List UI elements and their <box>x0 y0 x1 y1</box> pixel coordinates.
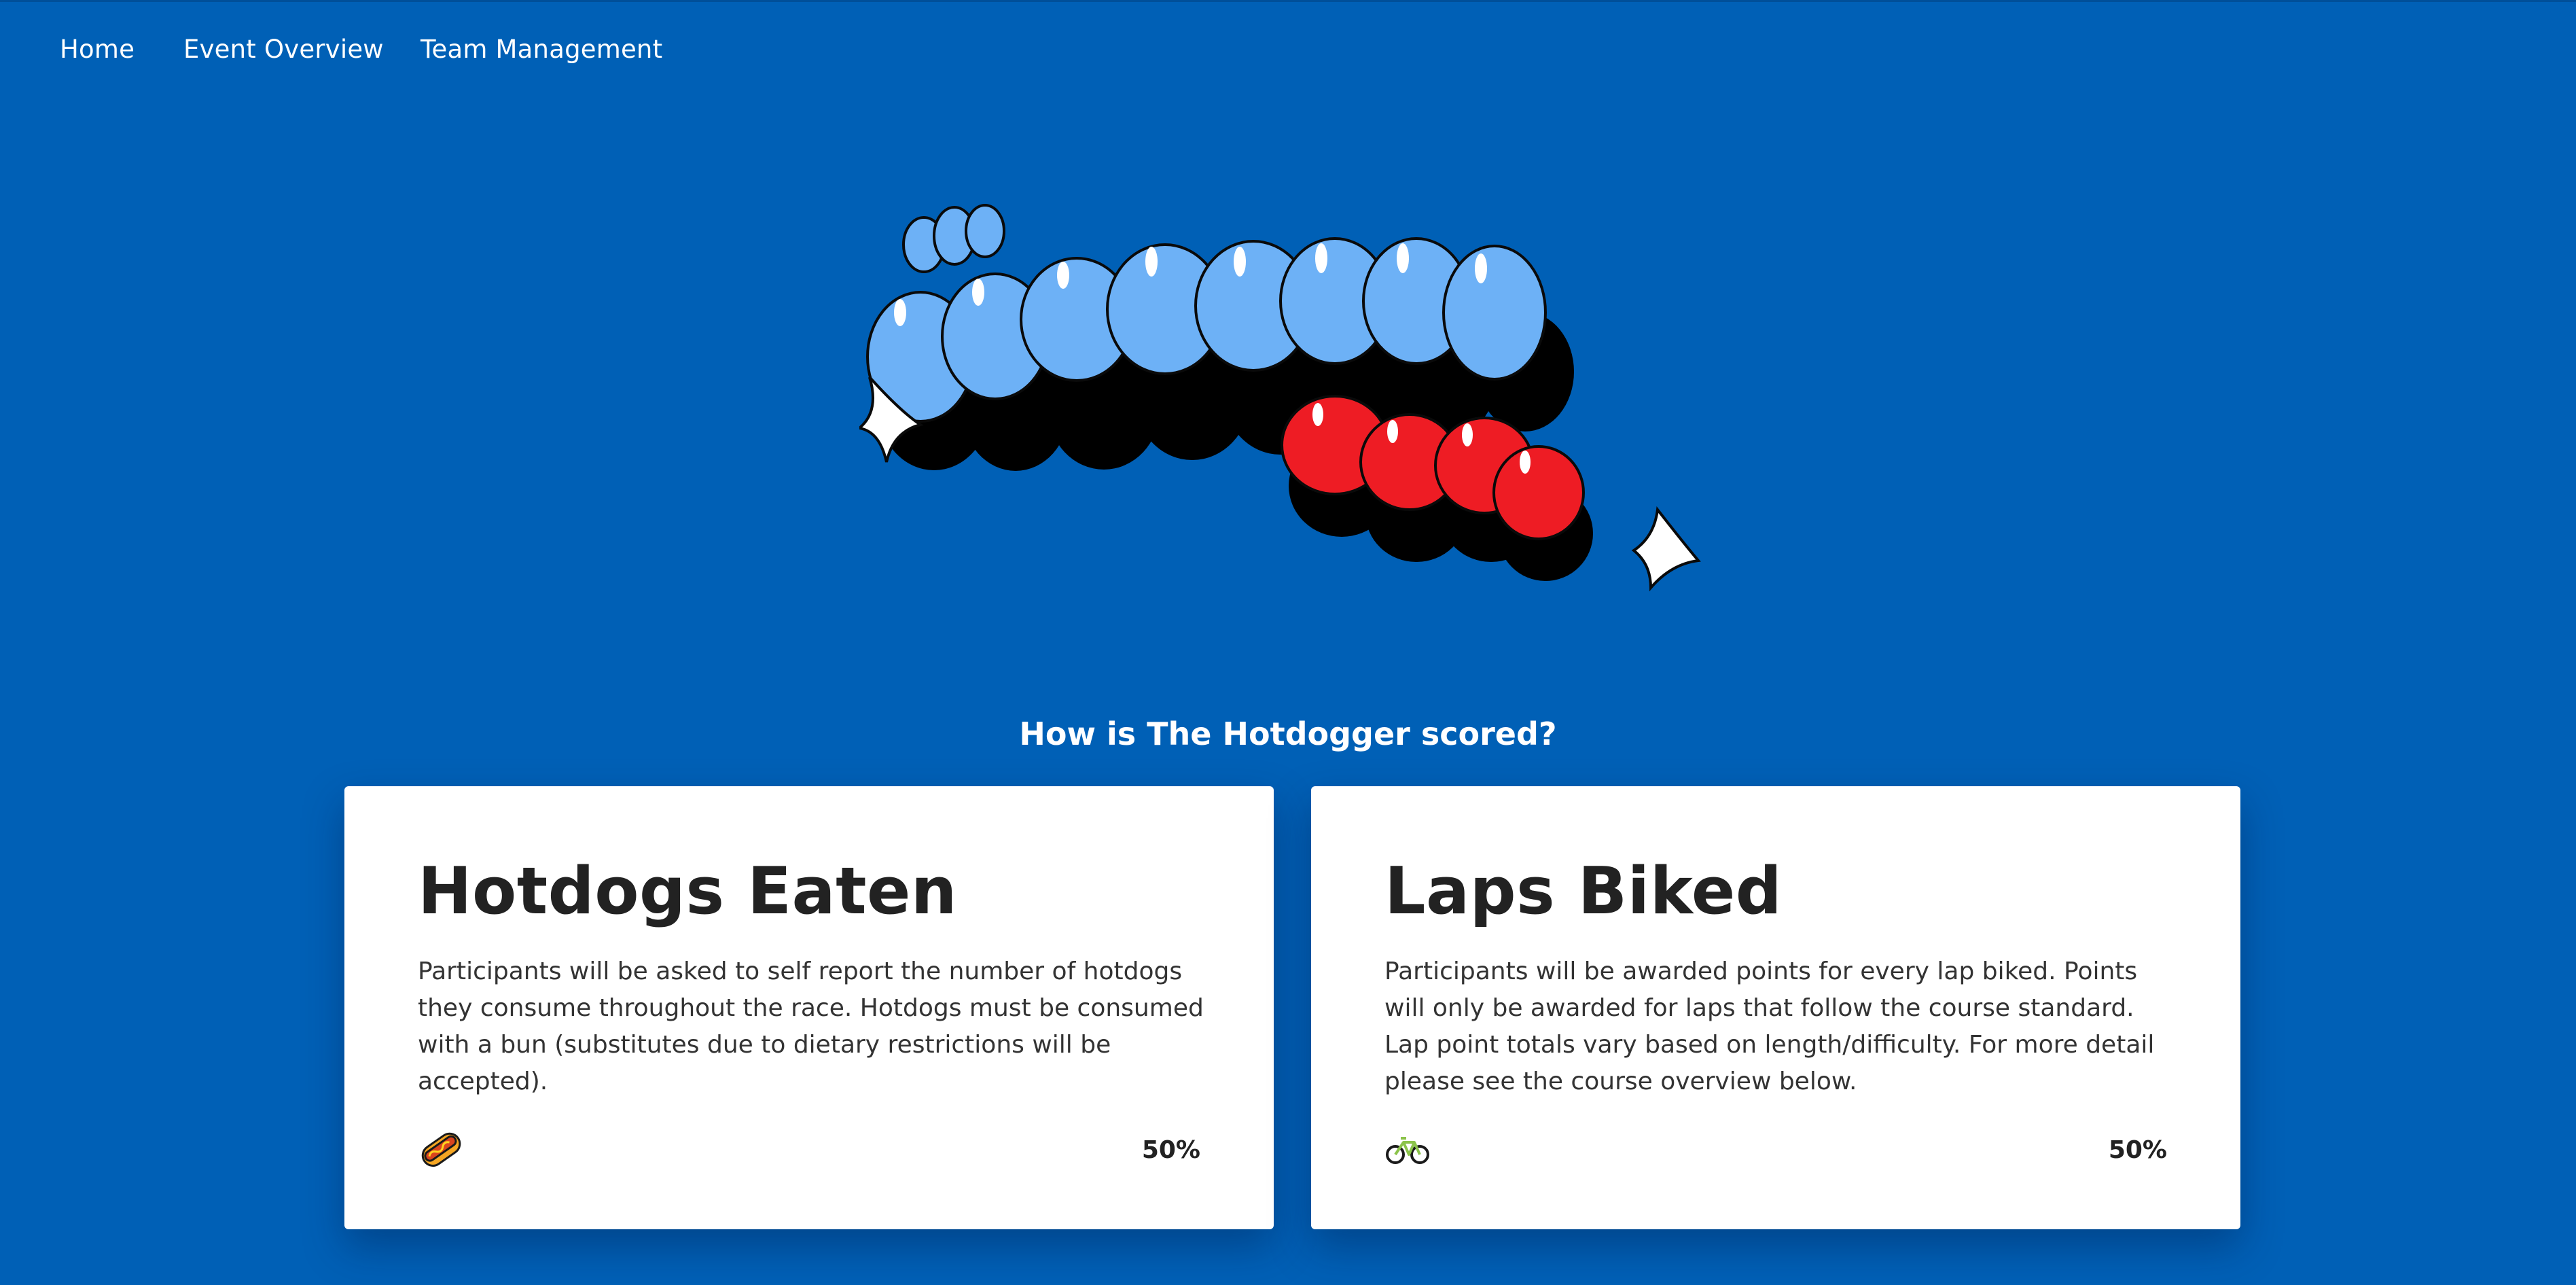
bicycle-icon <box>1384 1126 1431 1172</box>
card-description: Participants will be awarded points for … <box>1384 957 2155 1095</box>
hotdogger-2022-logo <box>856 194 1715 595</box>
nav-team-management-link[interactable]: Team Management <box>421 35 662 64</box>
score-weight-percent: 50% <box>1141 1136 1200 1164</box>
laps-biked-card: Laps Biked Participants will be awarded … <box>1311 786 2240 1229</box>
card-description: Participants will be asked to self repor… <box>418 957 1204 1095</box>
scoring-section-title: How is The Hotdogger scored? <box>1019 716 1557 752</box>
score-weight-percent: 50% <box>2108 1136 2167 1164</box>
nav-event-overview-link[interactable]: Event Overview <box>183 35 384 64</box>
card-title: Hotdogs Eaten <box>418 854 958 929</box>
top-nav: Home Event Overview Team Management <box>0 0 2576 97</box>
nav-home-link[interactable]: Home <box>60 35 135 64</box>
card-title: Laps Biked <box>1384 854 1783 929</box>
hotdogs-eaten-card: Hotdogs Eaten Participants will be asked… <box>344 786 1274 1229</box>
hotdog-icon <box>418 1126 464 1172</box>
